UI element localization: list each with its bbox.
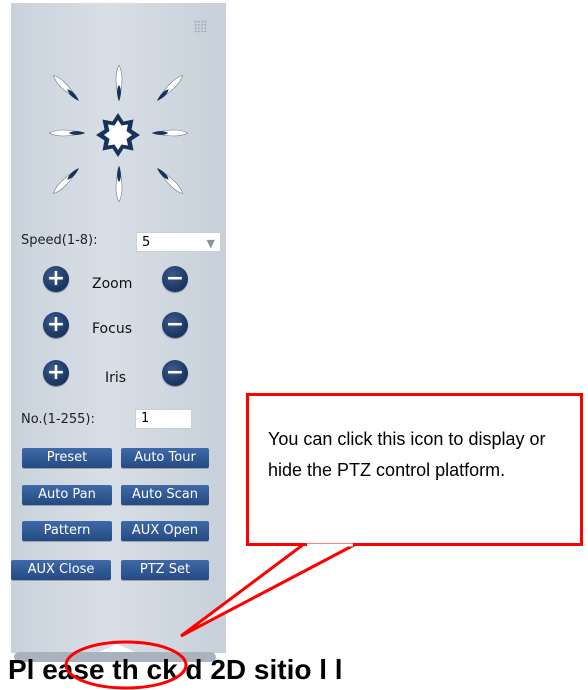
speed-select[interactable]: 5 ▼: [136, 232, 221, 252]
speed-value: 5: [142, 235, 151, 250]
zoom-label: Zoom: [92, 276, 133, 292]
footer-text: Pl ease th ck d 2D sitio l l: [8, 654, 343, 685]
focus-far-button[interactable]: −: [162, 312, 188, 338]
zoom-out-button[interactable]: −: [162, 266, 188, 292]
ptz-set-button[interactable]: PTZ Set: [121, 560, 209, 580]
auto-pan-button[interactable]: Auto Pan: [22, 485, 112, 505]
arrow-down-right-icon[interactable]: [152, 163, 187, 198]
focus-near-button[interactable]: +: [43, 312, 69, 338]
center-star-icon[interactable]: [95, 112, 141, 158]
drag-grip-icon[interactable]: [194, 20, 207, 33]
arrow-down-icon[interactable]: [112, 166, 126, 202]
number-input[interactable]: 1: [135, 409, 192, 429]
focus-label: Focus: [92, 321, 132, 337]
iris-close-button[interactable]: −: [162, 360, 188, 386]
number-label: No.(1-255):: [21, 412, 95, 427]
callout-box: You can click this icon to display or hi…: [246, 393, 583, 546]
aux-open-button[interactable]: AUX Open: [121, 521, 209, 541]
plus-icon: +: [46, 312, 66, 337]
auto-scan-button[interactable]: Auto Scan: [121, 485, 209, 505]
pattern-button[interactable]: Pattern: [22, 521, 112, 541]
iris-label: Iris: [105, 370, 127, 386]
arrow-down-left-icon[interactable]: [48, 163, 83, 198]
arrow-up-icon[interactable]: [112, 65, 126, 101]
arrow-right-icon[interactable]: [152, 126, 188, 140]
preset-button[interactable]: Preset: [22, 448, 112, 468]
zoom-in-button[interactable]: +: [43, 266, 69, 292]
callout-text: You can click this icon to display or hi…: [268, 429, 546, 480]
aux-close-button[interactable]: AUX Close: [11, 560, 111, 580]
auto-tour-button[interactable]: Auto Tour: [121, 448, 209, 468]
arrow-left-icon[interactable]: [49, 126, 85, 140]
chevron-down-icon: ▼: [206, 237, 215, 250]
collapse-arrow-icon[interactable]: [99, 644, 135, 652]
arrow-up-right-icon[interactable]: [152, 70, 187, 105]
speed-label: Speed(1-8):: [21, 233, 98, 248]
minus-icon: −: [165, 266, 185, 291]
ptz-panel: Speed(1-8): 5 ▼ + Zoom − + Focus − + Iri…: [11, 3, 226, 653]
plus-icon: +: [46, 266, 66, 291]
minus-icon: −: [165, 312, 185, 337]
plus-icon: +: [46, 360, 66, 385]
iris-open-button[interactable]: +: [43, 360, 69, 386]
minus-icon: −: [165, 360, 185, 385]
arrow-up-left-icon[interactable]: [48, 70, 83, 105]
